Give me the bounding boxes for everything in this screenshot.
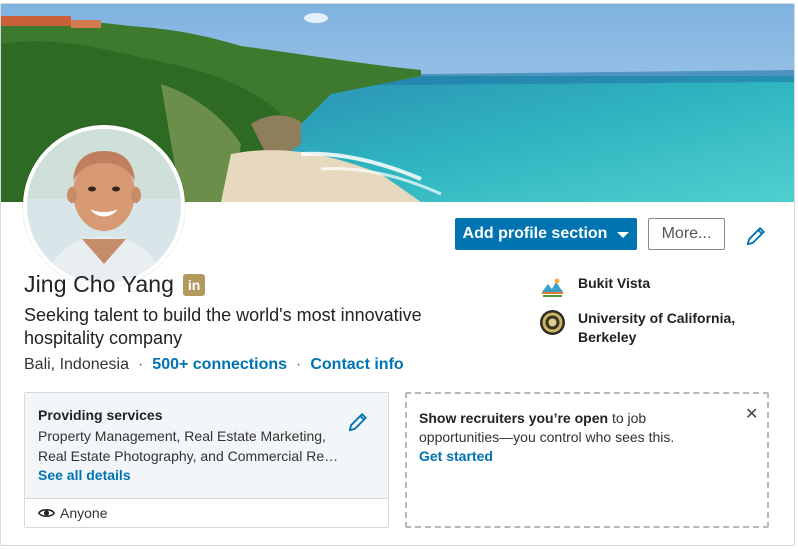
- visibility-label: Anyone: [60, 505, 108, 521]
- providing-services-card: Providing services Property Management, …: [24, 392, 389, 528]
- bukit-vista-logo-icon: [539, 274, 566, 301]
- open-to-recruiters-card: Show recruiters you’re open to job oppor…: [405, 392, 769, 528]
- services-description: Property Management, Real Estate Marketi…: [38, 428, 339, 464]
- services-visibility: Anyone: [25, 498, 388, 527]
- org-bukit-vista[interactable]: Bukit Vista: [539, 274, 758, 301]
- profile-avatar[interactable]: [23, 125, 185, 287]
- add-profile-section-button[interactable]: Add profile section: [455, 218, 637, 250]
- profile-headline: Seeking talent to build the world's most…: [24, 305, 422, 348]
- connections-link[interactable]: 500+ connections: [152, 356, 287, 374]
- separator-dot: ·: [137, 356, 144, 373]
- profile-name: Jing Cho Yang: [24, 271, 175, 297]
- caret-down-icon: [617, 232, 630, 238]
- org-uc-berkeley[interactable]: University of California, Berkeley: [539, 309, 758, 347]
- edit-intro-pencil-icon[interactable]: [745, 225, 767, 247]
- close-icon[interactable]: ✕: [745, 404, 759, 423]
- uc-berkeley-seal-icon: [539, 309, 566, 336]
- more-button[interactable]: More...: [648, 218, 725, 250]
- services-title: Providing services: [38, 407, 163, 423]
- see-all-details-link[interactable]: See all details: [38, 467, 131, 483]
- add-profile-section-label: Add profile section: [462, 225, 608, 242]
- contact-info-link[interactable]: Contact info: [310, 356, 403, 374]
- recruiters-bold-text: Show recruiters you’re open: [419, 410, 609, 426]
- get-started-link[interactable]: Get started: [419, 447, 719, 466]
- org-name: University of California, Berkeley: [578, 310, 736, 345]
- separator-dot: ·: [296, 356, 302, 373]
- profile-location: Bali, Indonesia: [24, 356, 129, 373]
- org-name: Bukit Vista: [578, 275, 651, 291]
- linkedin-premium-badge-icon: in: [183, 273, 206, 296]
- eye-icon: [38, 509, 55, 517]
- edit-services-pencil-icon[interactable]: [347, 411, 369, 433]
- profile-card: Add profile section More... Jing Cho Yan…: [0, 3, 795, 546]
